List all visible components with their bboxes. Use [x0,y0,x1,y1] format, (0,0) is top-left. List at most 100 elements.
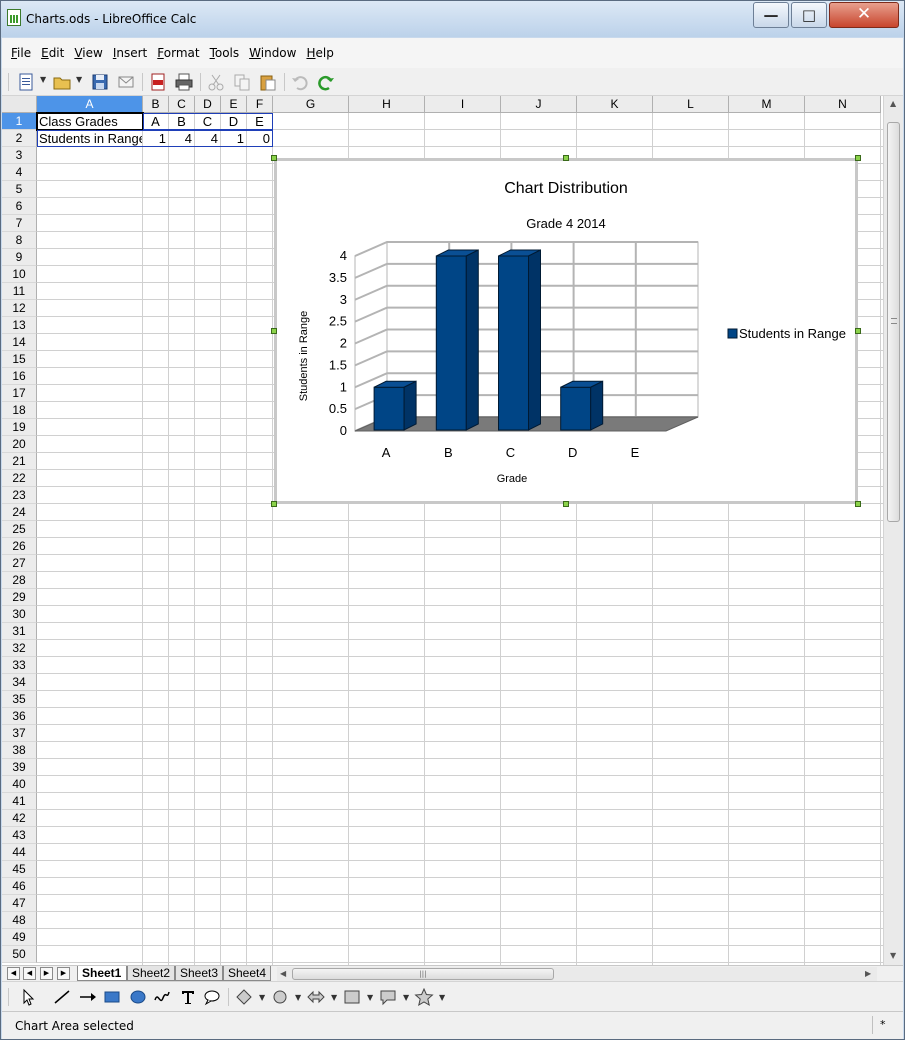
chart-subtitle[interactable]: Grade 4 2014 [526,216,606,231]
y-tick-label[interactable]: 0 [340,423,347,438]
column-header-G[interactable]: G [273,96,349,113]
resize-handle[interactable] [271,328,277,334]
row-header-27[interactable]: 27 [2,555,37,572]
resize-handle[interactable] [271,155,277,161]
row-header-24[interactable]: 24 [2,504,37,521]
row-header-17[interactable]: 17 [2,385,37,402]
menu-file[interactable]: File [6,46,36,60]
horizontal-scroll-thumb[interactable]: ||| [292,968,554,980]
row-header-45[interactable]: 45 [2,861,37,878]
row-header-44[interactable]: 44 [2,844,37,861]
basic-shapes-dropdown-icon[interactable]: ▼ [259,993,265,1002]
column-header-J[interactable]: J [501,96,577,113]
column-header-B[interactable]: B [143,96,169,113]
row-header-26[interactable]: 26 [2,538,37,555]
row-header-20[interactable]: 20 [2,436,37,453]
next-sheet-icon[interactable]: ▶ [40,967,53,980]
row-header-31[interactable]: 31 [2,623,37,640]
spreadsheet-grid[interactable]: A B C D E F G H I J K L M N 1 2 3 4 5 6 7 8 9 10 11 12 13 14 15 16 17 1… [2,96,883,965]
scroll-left-icon[interactable]: ◀ [280,969,286,978]
horizontal-scrollbar[interactable]: ◀ ||| ▶ [277,967,877,981]
chart-object[interactable]: Chart Distribution Grade 4 2014 0 0.5 1 1.5 2 2… [274,158,858,504]
flowchart-icon[interactable] [342,988,362,1006]
resize-handle[interactable] [563,501,569,507]
menu-edit[interactable]: Edit [36,46,69,60]
paste-icon[interactable] [258,72,278,92]
column-header-L[interactable]: L [653,96,729,113]
column-header-I[interactable]: I [425,96,501,113]
cut-icon[interactable] [206,72,226,92]
row-header-41[interactable]: 41 [2,793,37,810]
y-tick-label[interactable]: 3 [340,292,347,307]
row-header-36[interactable]: 36 [2,708,37,725]
resize-handle[interactable] [855,155,861,161]
row-header-6[interactable]: 6 [2,198,37,215]
menu-format[interactable]: Format [152,46,204,60]
y-tick-label[interactable]: 3.5 [329,270,347,285]
last-sheet-icon[interactable]: ▶ [57,967,70,980]
callout-icon[interactable] [202,988,222,1006]
new-dropdown-icon[interactable]: ▼ [40,75,46,84]
sheet-tab-sheet2[interactable]: Sheet2 [127,966,175,981]
row-header-34[interactable]: 34 [2,674,37,691]
line-icon[interactable] [52,988,72,1006]
callouts-dropdown-icon[interactable]: ▼ [403,993,409,1002]
text-icon[interactable] [178,988,198,1006]
column-header-F[interactable]: F [247,96,273,113]
chart-title[interactable]: Chart Distribution [504,180,628,197]
bar-front-B[interactable] [435,255,467,431]
legend-entry[interactable]: Students in Range [739,326,846,341]
row-header-5[interactable]: 5 [2,181,37,198]
bar-side-B[interactable] [465,249,479,431]
y-tick-label[interactable]: 1.5 [329,357,347,372]
open-folder-icon[interactable] [52,72,72,92]
bar-front-C[interactable] [498,255,529,431]
row-header-3[interactable]: 3 [2,147,37,164]
row-header-13[interactable]: 13 [2,317,37,334]
row-header-37[interactable]: 37 [2,725,37,742]
row-header-40[interactable]: 40 [2,776,37,793]
email-icon[interactable] [116,72,136,92]
prev-sheet-icon[interactable]: ◀ [23,967,36,980]
row-header-28[interactable]: 28 [2,572,37,589]
stars-icon[interactable] [414,987,434,1007]
undo-icon[interactable] [290,72,310,92]
row-header-29[interactable]: 29 [2,589,37,606]
column-header-E[interactable]: E [221,96,247,113]
column-header-A[interactable]: A [37,96,143,113]
x-axis-title[interactable]: Grade [497,473,528,485]
row-header-39[interactable]: 39 [2,759,37,776]
column-header-N[interactable]: N [805,96,881,113]
title-bar[interactable]: Charts.ods - LibreOffice Calc — □ ✕ [1,1,904,37]
freeform-icon[interactable] [152,988,172,1006]
x-tick-label[interactable]: D [568,445,577,460]
vertical-scrollbar[interactable]: ▲ ▼ [883,96,903,965]
menu-window[interactable]: Window [244,46,301,60]
resize-handle[interactable] [563,155,569,161]
callouts-icon[interactable] [378,988,398,1006]
x-tick-label[interactable]: B [444,445,453,460]
bar-front-A[interactable] [373,386,405,431]
bar-side-A[interactable] [403,380,417,431]
minimize-button[interactable]: — [753,2,789,28]
block-arrows-icon[interactable] [306,988,326,1006]
row-header-46[interactable]: 46 [2,878,37,895]
x-tick-label[interactable]: E [631,445,640,460]
symbol-shapes-icon[interactable] [270,988,290,1006]
row-header-30[interactable]: 30 [2,606,37,623]
row-header-21[interactable]: 21 [2,453,37,470]
export-pdf-icon[interactable] [148,72,168,92]
x-tick-label[interactable]: C [506,445,515,460]
bar-side-C[interactable] [528,249,541,431]
row-header-43[interactable]: 43 [2,827,37,844]
new-document-icon[interactable] [16,72,36,92]
menu-view[interactable]: View [69,46,107,60]
y-tick-label[interactable]: 1 [340,379,347,394]
y-tick-label[interactable]: 2.5 [329,314,347,329]
basic-shapes-icon[interactable] [234,988,254,1006]
bar-front-D[interactable] [560,386,592,431]
row-header-19[interactable]: 19 [2,419,37,436]
menu-help[interactable]: Help [301,46,338,60]
sheet-tab-sheet3[interactable]: Sheet3 [175,966,223,981]
row-header-33[interactable]: 33 [2,657,37,674]
